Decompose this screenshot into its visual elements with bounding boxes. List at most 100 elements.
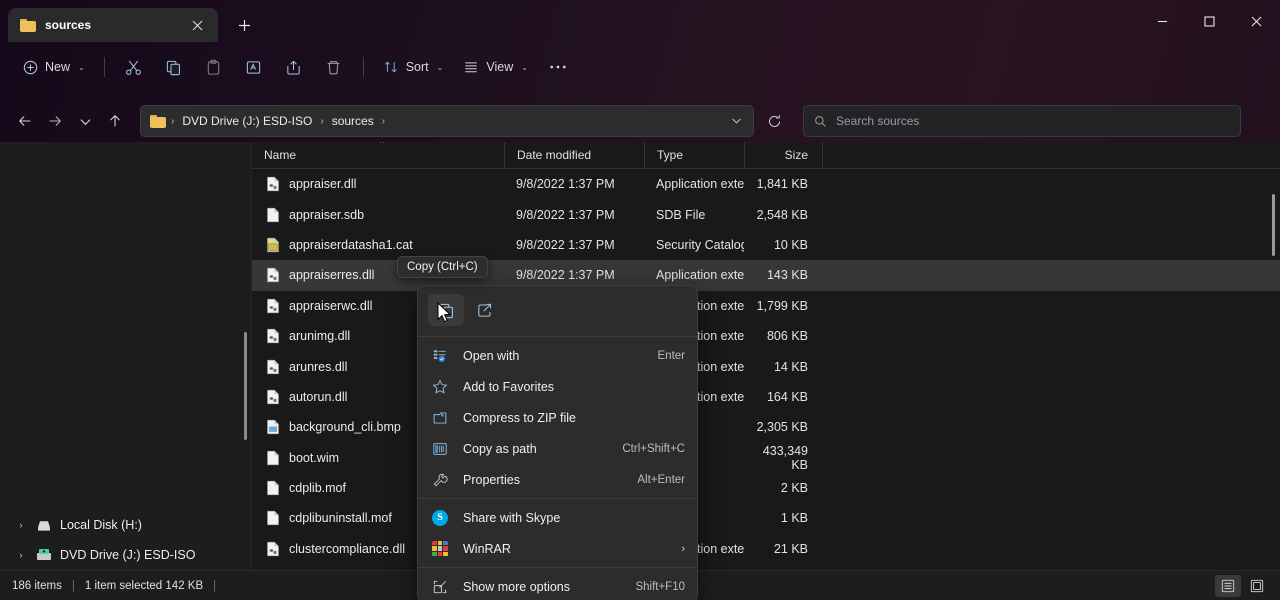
context-menu-item-add-to-favorites[interactable]: Add to Favorites	[418, 371, 697, 402]
context-menu-item-label: Properties	[463, 472, 520, 487]
breadcrumb-item-sources[interactable]: sources	[327, 111, 379, 131]
table-row[interactable]: cdplib.mof9/8/2022 1:37 PMFile2 KB	[252, 473, 1280, 503]
sidebar-item-label: DVD Drive (J:) ESD-ISO	[60, 548, 196, 562]
table-row[interactable]: boot.wim9/8/2022 1:37 PMFile433,349 KB	[252, 443, 1280, 473]
context-menu-divider	[418, 567, 697, 568]
toolbar-divider	[103, 57, 105, 77]
sidebar-item-local-disk[interactable]: › Local Disk (H:)	[0, 510, 252, 540]
column-header-size[interactable]: Size	[744, 142, 822, 169]
search-input[interactable]: Search sources	[836, 114, 919, 128]
forward-button[interactable]	[40, 106, 70, 136]
rename-button[interactable]	[235, 51, 273, 83]
table-row[interactable]: appraiser.sdb 9/8/2022 1:37 PM SDB File 2,5…	[252, 199, 1280, 229]
table-row[interactable]: appraiserwc.dll9/8/2022 1:37 PMApplicati…	[252, 291, 1280, 321]
file-size-cell: 2,548 KB	[756, 207, 808, 222]
skype-icon: S	[432, 509, 454, 526]
context-menu-item-compress-to-zip-file[interactable]: Compress to ZIP file	[418, 402, 697, 433]
new-button-label: New	[45, 60, 71, 74]
new-tab-button[interactable]	[228, 10, 260, 40]
close-tab-icon[interactable]	[184, 13, 210, 37]
table-row[interactable]: clustercompliance.dll9/8/2022 1:37 PMApp…	[252, 534, 1280, 564]
table-row[interactable]: arunres.dll9/8/2022 1:37 PMApplication e…	[252, 351, 1280, 381]
copy-button[interactable]	[155, 51, 193, 83]
bmp-icon	[267, 420, 279, 435]
sidebar-item-dvd-drive[interactable]: › DVD Drive (J:) ESD-ISO	[0, 540, 252, 570]
context-menu-item-label: Open with	[463, 348, 520, 363]
details-view-button[interactable]	[1215, 574, 1241, 597]
context-menu-item-shortcut: Ctrl+Shift+C	[622, 442, 685, 455]
address-bar[interactable]: › DVD Drive (J:) ESD-ISO › sources ›	[140, 105, 754, 137]
context-menu-item-label: Compress to ZIP file	[463, 410, 577, 425]
recent-locations-button[interactable]	[70, 106, 100, 136]
refresh-button[interactable]	[759, 106, 789, 136]
chevron-right-icon[interactable]: ›	[14, 550, 28, 560]
view-button[interactable]: View ⌄	[454, 51, 537, 83]
share-button[interactable]	[275, 51, 313, 83]
maximize-button[interactable]	[1186, 0, 1233, 42]
share-icon[interactable]	[466, 294, 502, 326]
navigation-pane-scrollbar[interactable]	[244, 332, 247, 440]
minimize-button[interactable]	[1139, 0, 1186, 42]
search-box[interactable]: Search sources	[803, 105, 1241, 137]
paste-button[interactable]	[195, 51, 233, 83]
navigation-pane: › Local Disk (H:) › DVD Drive (J:) ESD-I…	[0, 142, 252, 570]
blank-icon	[267, 480, 279, 496]
delete-button[interactable]	[315, 51, 353, 83]
file-type-cell: Security Catalog	[656, 237, 744, 252]
file-name-label: cdplib.mof	[289, 481, 346, 496]
cut-button[interactable]	[115, 51, 153, 83]
status-separator: |	[71, 579, 75, 592]
column-header-type[interactable]: Type	[644, 142, 744, 169]
up-button[interactable]	[100, 106, 130, 136]
file-size-cell: 806 KB	[766, 329, 808, 344]
navigation-row: › DVD Drive (J:) ESD-ISO › sources › Sea…	[0, 100, 1280, 142]
file-explorer-window: sources New ⌄ Sort ⌄ View ⌄ › DVD Drive …	[0, 0, 1280, 600]
toolbar-divider-2	[362, 57, 364, 77]
context-menu-item-copy-as-path[interactable]: Copy as path Ctrl+Shift+C	[418, 433, 697, 464]
address-dropdown-icon[interactable]	[725, 115, 747, 128]
file-date-cell: 9/8/2022 1:37 PM	[516, 207, 615, 222]
skype-icon: S	[432, 509, 448, 526]
breadcrumb: › DVD Drive (J:) ESD-ISO › sources ›	[170, 111, 725, 131]
more-options-button[interactable]	[539, 51, 577, 83]
context-menu-divider	[418, 498, 697, 499]
context-menu-item-open-with[interactable]: Open with Enter	[418, 340, 697, 371]
table-row[interactable]: arunimg.dll9/8/2022 1:37 PMApplication e…	[252, 321, 1280, 351]
file-list-scrollbar[interactable]	[1272, 194, 1275, 256]
drive-icon	[38, 521, 50, 531]
copy-path-icon	[432, 441, 454, 457]
table-row[interactable]: background_cli.bmp9/8/2022 1:37 PMFile2,…	[252, 412, 1280, 442]
close-window-button[interactable]	[1233, 0, 1280, 42]
navigation-tree: › Local Disk (H:) › DVD Drive (J:) ESD-I…	[0, 510, 252, 570]
context-menu-item-show-more-options[interactable]: Show more options Shift+F10	[418, 571, 697, 600]
table-row[interactable]: appraiser.dll 9/8/2022 1:37 PM Application…	[252, 169, 1280, 199]
new-button[interactable]: New ⌄	[14, 51, 94, 83]
table-row[interactable]: autorun.dll9/8/2022 1:37 PMApplication e…	[252, 382, 1280, 412]
mouse-cursor	[437, 301, 452, 329]
table-row[interactable]: cdplibuninstall.mof9/8/2022 1:37 PMFile1…	[252, 503, 1280, 533]
column-header-date-modified[interactable]: Date modified	[504, 142, 644, 169]
file-name-label: appraiserres.dll	[289, 268, 375, 283]
context-menu-item-shortcut: Shift+F10	[635, 580, 685, 593]
back-button[interactable]	[10, 106, 40, 136]
context-menu-item-label: WinRAR	[463, 541, 511, 556]
tab-title: sources	[45, 18, 92, 32]
folder-icon	[20, 18, 36, 32]
file-size-cell: 10 KB	[773, 237, 808, 252]
context-menu-item-share-with-skype[interactable]: S Share with Skype	[418, 502, 697, 533]
file-name-label: appraiser.sdb	[289, 207, 365, 222]
file-date-cell: 9/8/2022 1:37 PM	[516, 177, 615, 192]
context-menu-item-properties[interactable]: Properties Alt+Enter	[418, 464, 697, 495]
chevron-right-icon[interactable]: ›	[14, 520, 28, 530]
chevron-down-icon: ⌄	[521, 62, 528, 72]
context-menu-item-winrar[interactable]: WinRAR ›	[418, 533, 697, 564]
file-name-label: arunimg.dll	[289, 329, 351, 344]
tab-sources[interactable]: sources	[8, 8, 218, 42]
blank-icon	[267, 207, 279, 222]
blank-icon	[267, 450, 279, 465]
column-header-name[interactable]: ⌃ Name	[252, 142, 504, 169]
large-icons-view-button[interactable]	[1244, 575, 1270, 597]
window-controls	[1139, 0, 1280, 42]
sort-button[interactable]: Sort ⌄	[374, 51, 453, 83]
breadcrumb-item-drive[interactable]: DVD Drive (J:) ESD-ISO	[177, 111, 317, 131]
